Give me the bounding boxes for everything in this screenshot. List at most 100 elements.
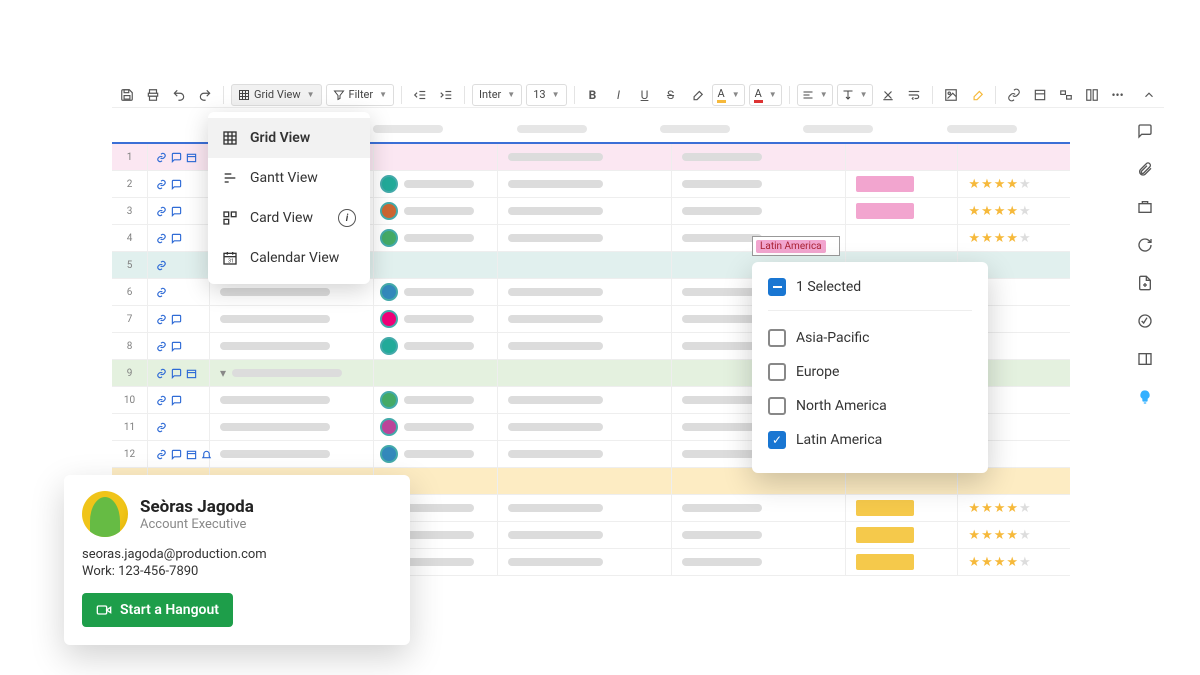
cell[interactable] <box>846 198 959 224</box>
tag-option[interactable]: North America <box>768 389 972 423</box>
tag-option[interactable]: Europe <box>768 355 972 389</box>
merge-icon[interactable] <box>1081 84 1103 106</box>
link-icon[interactable] <box>156 395 167 406</box>
tag-option[interactable]: Asia-Pacific <box>768 321 972 355</box>
paint-icon[interactable] <box>966 84 988 106</box>
halign-select[interactable]: ▼ <box>797 84 833 106</box>
link-icon[interactable] <box>156 314 167 325</box>
avatar[interactable] <box>380 283 398 301</box>
info-icon[interactable]: i <box>338 209 356 227</box>
calendar-icon[interactable] <box>186 449 197 460</box>
cell[interactable] <box>498 279 672 305</box>
cell[interactable] <box>374 360 499 386</box>
view-option-card[interactable]: Card View i <box>208 198 370 238</box>
font-select[interactable]: Inter▼ <box>472 84 522 106</box>
underline-icon[interactable]: U <box>634 84 656 106</box>
cell[interactable] <box>498 198 672 224</box>
link-icon[interactable] <box>156 152 167 163</box>
rating-cell[interactable]: ★★★★★ <box>958 225 1070 251</box>
view-dropdown[interactable]: Grid View Gantt View Card View i 31 Cale… <box>208 112 370 284</box>
cell[interactable] <box>374 279 499 305</box>
undo-icon[interactable] <box>168 84 190 106</box>
link-icon[interactable] <box>156 233 167 244</box>
cell[interactable] <box>498 549 672 575</box>
link-icon[interactable] <box>156 206 167 217</box>
avatar[interactable] <box>380 229 398 247</box>
avatar[interactable] <box>380 445 398 463</box>
calendar-icon[interactable] <box>186 152 197 163</box>
rating-cell[interactable]: ★★★★★ <box>958 171 1070 197</box>
cell[interactable] <box>672 549 846 575</box>
fontsize-select[interactable]: 13▼ <box>526 84 566 106</box>
rating-cell[interactable]: ★★★★★ <box>958 495 1070 521</box>
link-icon[interactable] <box>156 368 167 379</box>
view-option-grid[interactable]: Grid View <box>208 118 370 158</box>
rating-cell[interactable]: ★★★★★ <box>958 198 1070 224</box>
cell[interactable] <box>210 333 374 359</box>
file-add-icon[interactable] <box>1134 272 1156 294</box>
view-select[interactable]: Grid View▼ <box>231 84 322 106</box>
comment-icon[interactable] <box>171 179 182 190</box>
cell[interactable] <box>374 252 499 278</box>
attachments-icon[interactable] <box>1134 158 1156 180</box>
cell[interactable] <box>374 441 499 467</box>
cell[interactable] <box>374 225 499 251</box>
filter-select[interactable]: Filter▼ <box>326 84 395 106</box>
refresh-icon[interactable] <box>1134 234 1156 256</box>
checkbox-icon[interactable]: ✓ <box>768 431 786 449</box>
view-option-calendar[interactable]: 31 Calendar View <box>208 238 370 278</box>
cell[interactable] <box>498 441 672 467</box>
tips-icon[interactable] <box>1134 386 1156 408</box>
cell[interactable] <box>498 495 672 521</box>
comment-icon[interactable] <box>171 233 182 244</box>
calendar-icon[interactable] <box>186 368 197 379</box>
cell[interactable] <box>498 171 672 197</box>
comment-icon[interactable] <box>171 314 182 325</box>
cell[interactable] <box>498 306 672 332</box>
cell[interactable]: ▾ <box>210 360 374 386</box>
tag-option[interactable]: ✓Latin America <box>768 423 972 457</box>
comment-icon[interactable] <box>171 395 182 406</box>
tag-options-panel[interactable]: 1 Selected Asia-PacificEuropeNorth Ameri… <box>752 262 988 473</box>
rating-cell[interactable] <box>958 144 1070 170</box>
cell[interactable] <box>374 414 499 440</box>
clear-format-icon[interactable] <box>877 84 899 106</box>
comment-icon[interactable] <box>171 341 182 352</box>
comment-icon[interactable] <box>171 368 182 379</box>
rating-cell[interactable]: ★★★★★ <box>958 522 1070 548</box>
textcolor-select[interactable]: A▼ <box>749 84 782 106</box>
cell[interactable] <box>374 333 499 359</box>
cell[interactable] <box>672 495 846 521</box>
checkbox-icon[interactable] <box>768 363 786 381</box>
cell[interactable] <box>846 225 959 251</box>
avatar[interactable] <box>380 175 398 193</box>
outdent-icon[interactable] <box>409 84 431 106</box>
cell[interactable] <box>498 360 672 386</box>
checkbox-icon[interactable] <box>768 329 786 347</box>
cell[interactable] <box>210 441 374 467</box>
cell[interactable] <box>210 414 374 440</box>
briefcase-icon[interactable] <box>1134 196 1156 218</box>
link-icon[interactable] <box>156 179 167 190</box>
cell[interactable] <box>498 387 672 413</box>
cell[interactable] <box>210 306 374 332</box>
link-icon[interactable] <box>1003 84 1025 106</box>
cell[interactable] <box>846 144 959 170</box>
cell[interactable] <box>672 522 846 548</box>
cell[interactable] <box>672 171 846 197</box>
save-icon[interactable] <box>116 84 138 106</box>
activity-icon[interactable] <box>1134 310 1156 332</box>
cell[interactable] <box>374 387 499 413</box>
avatar[interactable] <box>380 418 398 436</box>
print-icon[interactable] <box>142 84 164 106</box>
comment-icon[interactable] <box>171 206 182 217</box>
avatar[interactable] <box>380 202 398 220</box>
cell[interactable] <box>846 495 959 521</box>
tag-cell-editor[interactable]: Latin America <box>752 236 840 256</box>
cell[interactable] <box>498 225 672 251</box>
wrap-icon[interactable] <box>903 84 925 106</box>
start-hangout-button[interactable]: Start a Hangout <box>82 593 233 627</box>
comment-icon[interactable] <box>171 449 182 460</box>
cell[interactable] <box>672 144 846 170</box>
link-icon[interactable] <box>156 341 167 352</box>
